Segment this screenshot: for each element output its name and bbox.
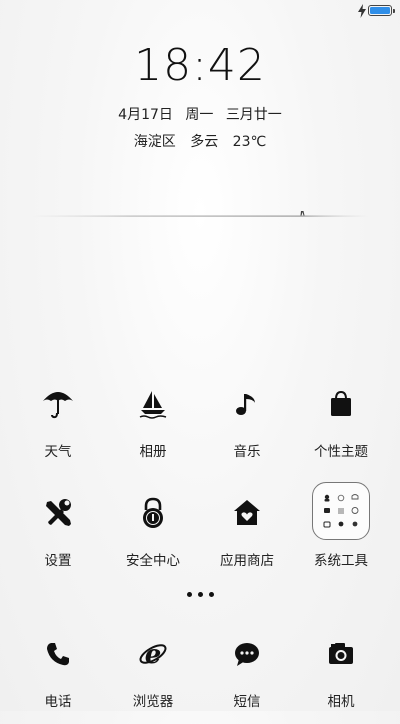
status-bar: [0, 0, 400, 22]
app-music[interactable]: 音乐: [197, 384, 297, 474]
camera-icon: [321, 634, 361, 674]
app-weather[interactable]: 天气: [8, 384, 108, 474]
music-note-icon: [227, 384, 267, 424]
weather-temperature: 23℃: [232, 134, 267, 150]
page-dot: [197, 592, 203, 597]
battery-fill: [370, 7, 390, 14]
lock-icon: [133, 493, 173, 533]
app-label: 相机: [327, 694, 355, 710]
shopping-bag-icon: [321, 384, 361, 424]
app-settings[interactable]: 设置: [8, 493, 108, 583]
app-label: 天气: [44, 444, 72, 460]
chat-bubble-icon: [227, 634, 267, 674]
lightning-icon: [358, 4, 366, 18]
app-label: 个性主题: [314, 444, 368, 460]
battery-icon: [368, 5, 395, 16]
clock[interactable]: 18:42: [0, 40, 400, 91]
phone-icon: [38, 634, 78, 674]
app-label: 音乐: [233, 444, 261, 460]
walker-figure: [300, 211, 305, 216]
browser-e-icon: e: [133, 634, 173, 674]
page-dot: [208, 592, 214, 597]
app-label: 电话: [44, 694, 72, 710]
app-label: 系统工具: [314, 553, 368, 569]
folder-icon: [312, 482, 370, 540]
umbrella-icon: [38, 384, 78, 424]
app-themes[interactable]: 个性主题: [291, 384, 391, 474]
app-app-store[interactable]: 应用商店: [197, 493, 297, 583]
app-label: 安全中心: [126, 553, 180, 569]
app-label: 相册: [139, 444, 167, 460]
page-indicator[interactable]: [0, 582, 400, 601]
app-system-tools-folder[interactable]: 系统工具: [291, 482, 391, 583]
weather-location: 海淀区: [133, 134, 176, 150]
app-security-center[interactable]: 安全中心: [103, 493, 203, 583]
sailboat-icon: [133, 384, 173, 424]
svg-text:e: e: [145, 640, 162, 669]
app-label: 浏览器: [132, 694, 174, 710]
app-label: 短信: [233, 694, 261, 710]
house-heart-icon: [227, 493, 267, 533]
weather-condition: 多云: [190, 134, 219, 150]
app-label: 应用商店: [220, 553, 274, 569]
app-label: 设置: [44, 553, 72, 569]
date-lunar: 三月廿一: [225, 107, 282, 123]
date-weekday: 周一: [185, 107, 214, 123]
date-day: 4月17日: [118, 107, 173, 123]
wallpaper-horizon: [30, 211, 370, 217]
app-gallery[interactable]: 相册: [103, 384, 203, 474]
tools-icon: [38, 493, 78, 533]
page-dot: [186, 592, 192, 597]
date-line: 4月17日 周一 三月廿一: [0, 104, 400, 124]
weather-line[interactable]: 海淀区 多云 23℃: [0, 131, 400, 151]
